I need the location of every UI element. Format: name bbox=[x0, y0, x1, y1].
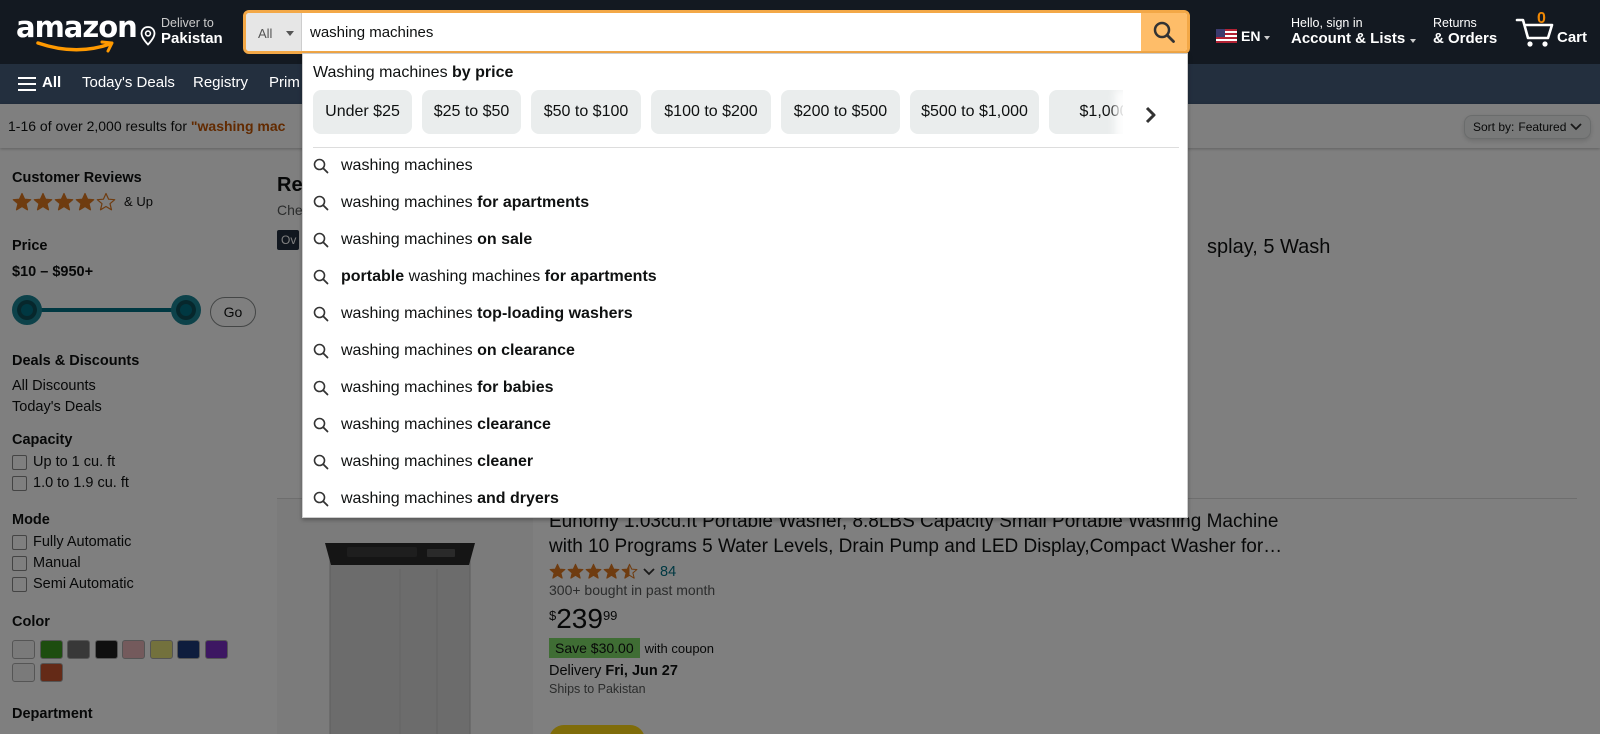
price-heading-bold: by price bbox=[452, 64, 514, 81]
cart-count: 0 bbox=[1537, 10, 1546, 27]
search-icon bbox=[313, 454, 329, 470]
price-heading-text: Washing machines bbox=[313, 64, 453, 81]
suggestion-text: washing machines bbox=[341, 157, 473, 174]
suggestion-item[interactable]: washing machines bbox=[313, 151, 1179, 181]
search-icon bbox=[313, 380, 329, 396]
search-icon bbox=[313, 417, 329, 433]
price-suggestions-heading: Washing machines by price bbox=[313, 64, 513, 82]
suggestion-text: washing machines cleaner bbox=[341, 453, 534, 470]
suggestion-text: portable washing machines for apartments bbox=[341, 268, 657, 285]
search-category-label: All bbox=[258, 26, 273, 41]
nav-registry[interactable]: Registry bbox=[193, 74, 248, 91]
suggestion-item[interactable]: washing machines cleaner bbox=[313, 447, 1179, 477]
suggestion-item[interactable]: washing machines for apartments bbox=[313, 188, 1179, 218]
suggestion-item[interactable]: washing machines on clearance bbox=[313, 336, 1179, 366]
smile-arrow-icon bbox=[36, 40, 114, 53]
location-pin-icon bbox=[140, 26, 156, 46]
chevron-right-icon bbox=[1145, 106, 1156, 124]
price-chip[interactable]: $500 to $1,000 bbox=[910, 90, 1039, 134]
suggestion-text: washing machines on sale bbox=[341, 231, 533, 248]
chips-next-button[interactable] bbox=[1123, 89, 1179, 141]
price-chip[interactable]: $200 to $500 bbox=[781, 90, 900, 134]
nav-prime[interactable]: Prim bbox=[269, 74, 300, 91]
hamburger-menu-icon[interactable] bbox=[18, 77, 36, 91]
price-chip[interactable]: Under $25 bbox=[313, 90, 412, 134]
logo-wordmark: amazon bbox=[16, 10, 138, 44]
caret-down-icon bbox=[286, 31, 294, 36]
divider bbox=[313, 147, 1179, 148]
suggestion-item[interactable]: washing machines clearance bbox=[313, 410, 1179, 440]
account-label-row: Account & Lists bbox=[1291, 30, 1417, 48]
search-suggestions-dropdown: Washing machines by price Under $25 $25 t… bbox=[302, 53, 1188, 518]
search-input[interactable] bbox=[310, 13, 1160, 51]
returns-orders-link[interactable]: Returns & Orders bbox=[1433, 16, 1497, 48]
search-icon bbox=[313, 306, 329, 322]
search-submit-button[interactable] bbox=[1141, 13, 1187, 51]
search-icon bbox=[313, 343, 329, 359]
amazon-logo[interactable]: amazon bbox=[16, 10, 138, 54]
price-chips: Under $25 $25 to $50 $50 to $100 $100 to $2… bbox=[313, 90, 1183, 134]
deliver-country: Pakistan bbox=[161, 30, 223, 47]
suggestion-item[interactable]: washing machines and dryers bbox=[313, 484, 1179, 514]
suggestion-text: washing machines top-loading washers bbox=[341, 305, 633, 322]
account-label: Account & Lists bbox=[1291, 30, 1406, 47]
caret-down-icon bbox=[1410, 39, 1417, 43]
price-chip[interactable]: $100 to $200 bbox=[651, 90, 771, 134]
suggestion-item[interactable]: portable washing machines for apartments bbox=[313, 262, 1179, 292]
suggestion-text: washing machines on clearance bbox=[341, 342, 575, 359]
nav-todays-deals[interactable]: Today's Deals bbox=[82, 74, 175, 91]
search-icon bbox=[313, 491, 329, 507]
search-icon bbox=[313, 232, 329, 248]
cart-label: Cart bbox=[1557, 29, 1588, 46]
language-code: EN bbox=[1241, 28, 1261, 44]
cart-link[interactable]: 0 Cart bbox=[1515, 10, 1591, 52]
orders-label: & Orders bbox=[1433, 30, 1498, 47]
suggestion-item[interactable]: washing machines top-loading washers bbox=[313, 299, 1179, 329]
language-selector[interactable]: EN bbox=[1216, 28, 1271, 44]
account-greeting: Hello, sign in bbox=[1291, 16, 1363, 30]
caret-down-icon bbox=[1264, 36, 1271, 40]
search-category-dropdown[interactable]: All bbox=[246, 13, 302, 51]
suggestion-item[interactable]: washing machines on sale bbox=[313, 225, 1179, 255]
search-icon bbox=[313, 158, 329, 174]
suggestion-text: washing machines for apartments bbox=[341, 194, 590, 211]
returns-label: Returns bbox=[1433, 16, 1477, 30]
price-chip[interactable]: $25 to $50 bbox=[422, 90, 521, 134]
search-icon bbox=[1153, 21, 1175, 43]
search-icon bbox=[313, 195, 329, 211]
nav-all-button[interactable]: All bbox=[42, 74, 61, 91]
cart-icon bbox=[1515, 18, 1554, 47]
us-flag-icon bbox=[1216, 29, 1237, 43]
search-icon bbox=[313, 269, 329, 285]
search-bar: All bbox=[243, 10, 1190, 54]
suggestion-item[interactable]: washing machines for babies bbox=[313, 373, 1179, 403]
suggestion-text: washing machines and dryers bbox=[341, 490, 559, 507]
price-chip[interactable]: $50 to $100 bbox=[531, 90, 641, 134]
deliver-label: Deliver to bbox=[161, 16, 214, 30]
suggestion-text: washing machines clearance bbox=[341, 416, 551, 433]
suggestion-text: washing machines for babies bbox=[341, 379, 554, 396]
account-menu[interactable]: Hello, sign in Account & Lists bbox=[1291, 16, 1417, 48]
